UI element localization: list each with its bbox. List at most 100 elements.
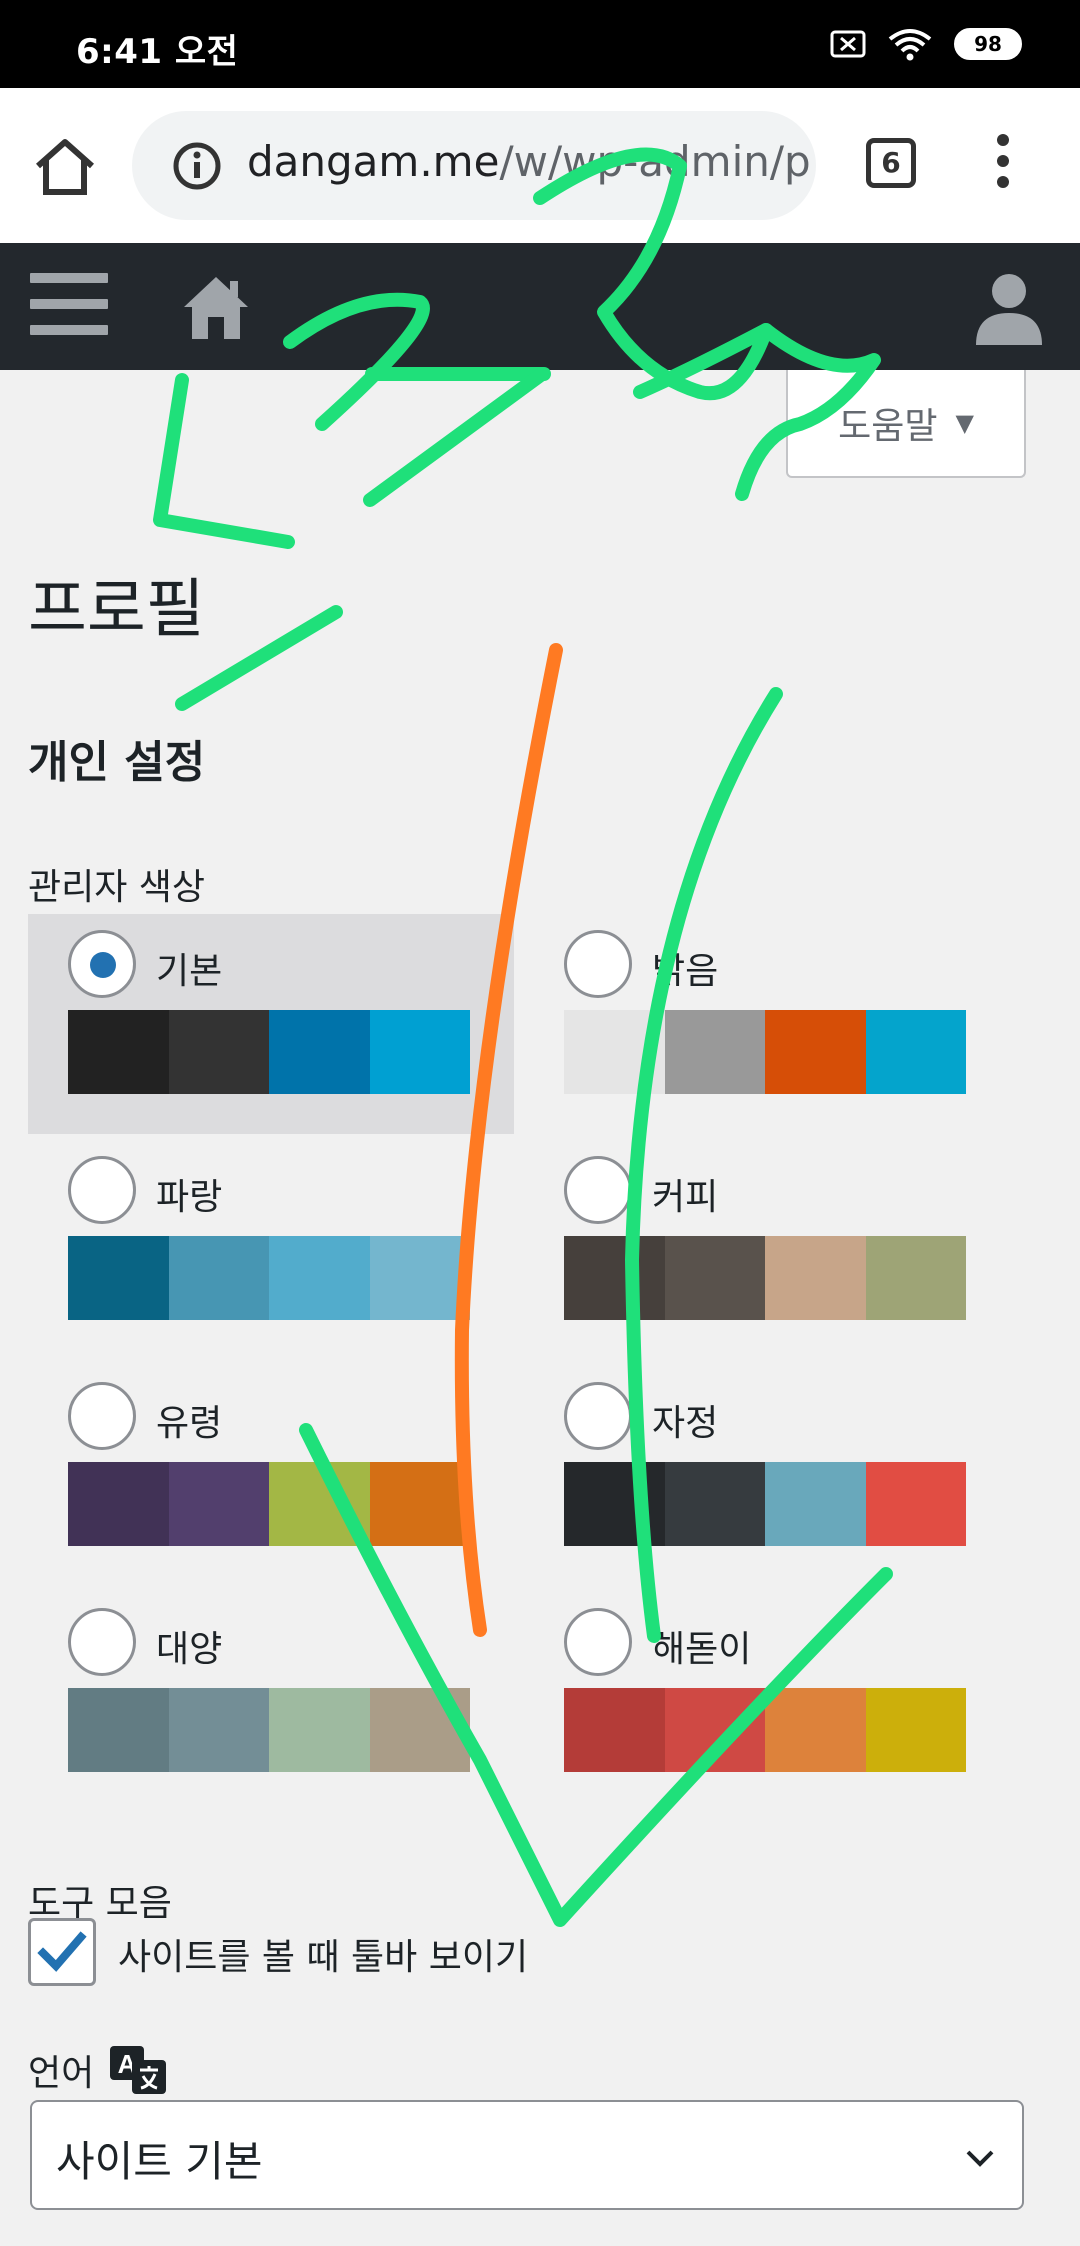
- chevron-down-icon: [966, 2150, 994, 2167]
- color-scheme-label: 유령: [156, 1403, 223, 1444]
- color-scheme-radio[interactable]: [68, 1156, 136, 1224]
- url-text: dangam.me/w/wp-admin/p: [247, 137, 811, 186]
- admin-color-label: 관리자 색상: [28, 867, 206, 908]
- color-swatch: [168, 1010, 269, 1094]
- color-swatch: [269, 1236, 370, 1320]
- language-label: 언어: [28, 2053, 95, 2094]
- color-swatch: [564, 1010, 665, 1094]
- radio-selected-dot: [90, 952, 116, 978]
- color-swatches: [68, 1462, 470, 1546]
- color-scheme-option[interactable]: 유령: [28, 1366, 514, 1586]
- color-swatches: [68, 1010, 470, 1094]
- caret-down-icon: ▼: [955, 409, 974, 437]
- color-swatch: [269, 1462, 370, 1546]
- color-swatch: [664, 1462, 765, 1546]
- more-vert-icon[interactable]: [988, 134, 1018, 194]
- page-title: 프로필: [28, 573, 205, 647]
- url-domain: dangam.me: [247, 137, 500, 186]
- language-select[interactable]: 사이트 기본: [30, 2100, 1024, 2210]
- color-swatch: [269, 1688, 370, 1772]
- color-swatch: [564, 1462, 665, 1546]
- color-swatch: [664, 1236, 765, 1320]
- status-bar: 6:41 오전 98: [0, 0, 1080, 88]
- color-scheme-radio[interactable]: [68, 1608, 136, 1676]
- browser-toolbar: dangam.me/w/wp-admin/p 6: [0, 88, 1080, 243]
- status-time: 6:41 오전: [76, 32, 239, 72]
- color-scheme-radio[interactable]: [564, 930, 632, 998]
- color-swatches: [564, 1236, 966, 1320]
- color-scheme-radio[interactable]: [564, 1608, 632, 1676]
- color-scheme-option[interactable]: 해돋이: [524, 1592, 1010, 1812]
- color-swatch: [765, 1236, 866, 1320]
- color-swatch: [664, 1688, 765, 1772]
- color-scheme-option[interactable]: 자정: [524, 1366, 1010, 1586]
- scribble-green-1: [153, 373, 295, 549]
- color-swatch: [168, 1688, 269, 1772]
- color-swatches: [564, 1688, 966, 1772]
- color-scheme-label: 파랑: [156, 1177, 223, 1218]
- menu-icon[interactable]: [30, 273, 108, 339]
- color-swatch: [168, 1462, 269, 1546]
- wifi-icon: [888, 29, 932, 61]
- help-label: 도움말: [838, 406, 938, 447]
- color-scheme-option[interactable]: 대양: [28, 1592, 514, 1812]
- color-scheme-option[interactable]: 커피: [524, 1140, 1010, 1360]
- color-swatch: [369, 1688, 470, 1772]
- wp-admin-bar: [0, 243, 1080, 370]
- checkmark-icon: [37, 1931, 87, 1972]
- home-icon[interactable]: [30, 132, 100, 202]
- battery-icon: 98: [954, 28, 1022, 60]
- color-swatch: [564, 1688, 665, 1772]
- color-scheme-label: 기본: [156, 951, 223, 992]
- color-scheme-option[interactable]: 밝음: [524, 914, 1010, 1134]
- color-scheme-label: 해돋이: [652, 1629, 752, 1670]
- color-swatch: [369, 1462, 470, 1546]
- color-scheme-radio[interactable]: [564, 1382, 632, 1450]
- help-tab[interactable]: 도움말 ▼: [786, 370, 1026, 478]
- notification-muted-icon: [830, 30, 866, 58]
- color-swatch: [68, 1688, 169, 1772]
- color-scheme-label: 자정: [652, 1403, 719, 1444]
- translate-icon: A: [110, 2046, 166, 2094]
- color-scheme-option[interactable]: 기본: [28, 914, 514, 1134]
- color-swatch: [765, 1010, 866, 1094]
- color-swatch: [865, 1010, 966, 1094]
- toolbar-checkbox[interactable]: [28, 1918, 96, 1986]
- color-swatch: [369, 1010, 470, 1094]
- color-swatch: [68, 1236, 169, 1320]
- status-icons: 98: [830, 24, 1022, 64]
- color-swatch: [865, 1236, 966, 1320]
- scribble-green-4: [363, 367, 549, 507]
- color-swatch: [765, 1462, 866, 1546]
- user-icon[interactable]: [974, 269, 1044, 345]
- url-path: /w/wp-admin/p: [499, 137, 811, 186]
- color-swatches: [564, 1010, 966, 1094]
- scribble-green-5: [175, 605, 343, 711]
- address-bar[interactable]: dangam.me/w/wp-admin/p: [132, 111, 816, 220]
- color-scheme-option[interactable]: 파랑: [28, 1140, 514, 1360]
- section-title: 개인 설정: [28, 737, 206, 788]
- color-swatches: [564, 1462, 966, 1546]
- color-scheme-label: 밝음: [652, 951, 719, 992]
- language-select-value: 사이트 기본: [56, 2137, 263, 2186]
- color-scheme-radio[interactable]: [68, 1382, 136, 1450]
- color-swatches: [68, 1688, 470, 1772]
- color-swatches: [68, 1236, 470, 1320]
- color-swatch: [664, 1010, 765, 1094]
- info-icon[interactable]: [172, 141, 222, 191]
- color-scheme-radio[interactable]: [564, 1156, 632, 1224]
- toolbar-checkbox-label: 사이트를 볼 때 툴바 보이기: [118, 1937, 529, 1978]
- color-scheme-label: 커피: [652, 1177, 719, 1218]
- color-swatch: [68, 1010, 169, 1094]
- color-scheme-label: 대양: [156, 1629, 223, 1670]
- color-swatch: [168, 1236, 269, 1320]
- color-swatch: [865, 1462, 966, 1546]
- tabs-icon[interactable]: 6: [866, 138, 916, 188]
- color-swatch: [369, 1236, 470, 1320]
- color-swatch: [865, 1688, 966, 1772]
- color-swatch: [765, 1688, 866, 1772]
- color-swatch: [564, 1236, 665, 1320]
- color-scheme-radio[interactable]: [68, 930, 136, 998]
- home-icon[interactable]: [180, 271, 252, 343]
- color-swatch: [68, 1462, 169, 1546]
